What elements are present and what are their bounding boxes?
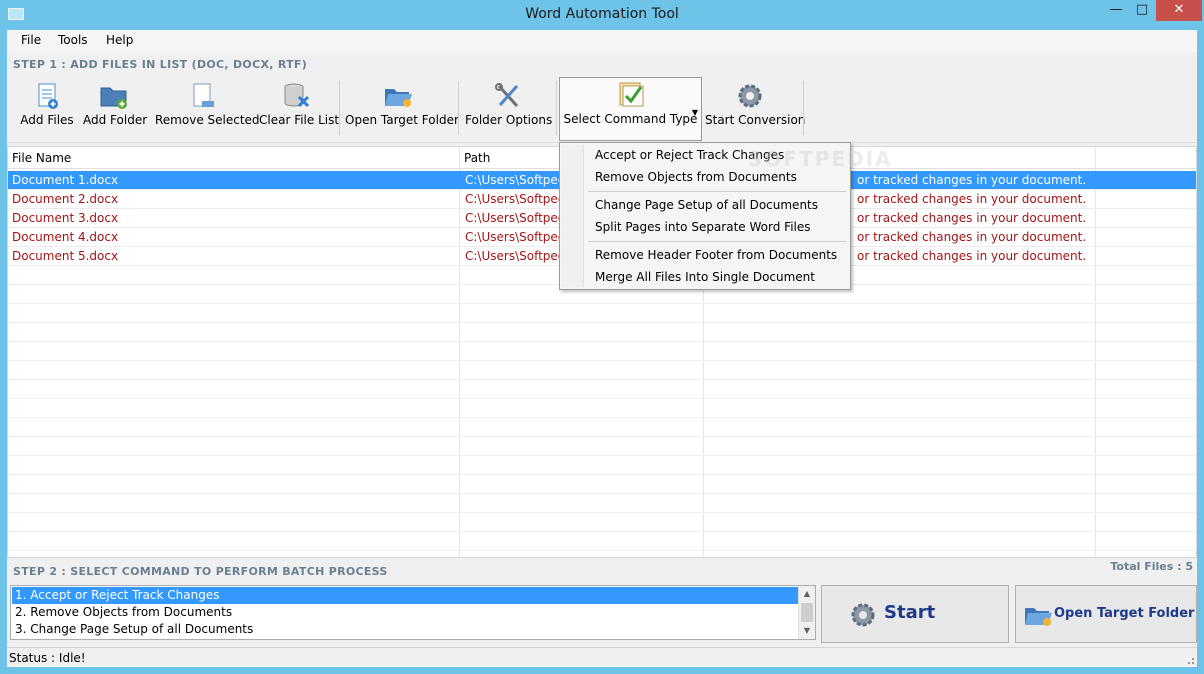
scroll-thumb[interactable] bbox=[801, 603, 813, 622]
scroll-down-icon[interactable]: ▼ bbox=[799, 623, 815, 639]
gear-icon bbox=[738, 84, 762, 108]
tools-icon bbox=[495, 83, 519, 108]
app-window: Word Automation Tool — □ ✕ File Tools He… bbox=[0, 0, 1204, 674]
status-text: Status : Idle! bbox=[9, 651, 86, 665]
scroll-up-icon[interactable]: ▲ bbox=[799, 586, 815, 602]
empty-row bbox=[8, 513, 1196, 532]
toolbar-separator bbox=[339, 81, 340, 135]
file-description-cell: or tracked changes in your document. bbox=[857, 230, 1087, 244]
open-target-folder-big-button[interactable]: Open Target Folder bbox=[1015, 585, 1197, 643]
clear-file-list-label: Clear File List bbox=[259, 113, 340, 127]
add-files-button[interactable]: Add Files bbox=[17, 79, 77, 135]
file-description-cell: or tracked changes in your document. bbox=[857, 192, 1087, 206]
command-list[interactable]: 1. Accept or Reject Track Changes 2. Rem… bbox=[10, 585, 816, 640]
start-conversion-label: Start Conversion bbox=[705, 113, 806, 127]
window-title: Word Automation Tool bbox=[525, 6, 679, 22]
menu-item-accept-reject-track-changes[interactable]: Accept or Reject Track Changes bbox=[595, 148, 784, 162]
command-list-item[interactable]: 2. Remove Objects from Documents bbox=[12, 604, 798, 621]
dropdown-arrow-icon: ▼ bbox=[691, 108, 698, 117]
menu-help[interactable]: Help bbox=[106, 33, 133, 47]
add-files-icon bbox=[38, 83, 58, 109]
command-list-scrollbar[interactable]: ▲ ▼ bbox=[798, 586, 815, 639]
file-name-cell: Document 3.docx bbox=[12, 211, 119, 225]
toolbar-separator bbox=[803, 81, 804, 135]
remove-selected-button[interactable]: Remove Selected bbox=[155, 79, 260, 135]
total-files-count: Total Files : 5 bbox=[1110, 560, 1193, 573]
empty-row bbox=[8, 456, 1196, 475]
file-name-cell: Document 5.docx bbox=[12, 249, 119, 263]
clear-file-list-button[interactable]: Clear File List bbox=[259, 79, 340, 135]
open-folder-icon bbox=[1025, 608, 1052, 626]
open-target-folder-button[interactable]: Open Target Folder bbox=[345, 79, 459, 135]
toolbar-separator bbox=[556, 81, 557, 135]
step1-label: STEP 1 : ADD FILES IN LIST (DOC, DOCX, R… bbox=[13, 58, 308, 71]
empty-row bbox=[8, 342, 1196, 361]
open-target-folder-label: Open Target Folder bbox=[345, 113, 459, 127]
open-folder-icon bbox=[385, 89, 412, 107]
empty-row bbox=[8, 532, 1196, 551]
menu-gutter bbox=[562, 145, 584, 287]
start-label: Start bbox=[884, 602, 936, 623]
toolbar: Add Files Add Folder Remove Selected Cle… bbox=[7, 75, 1197, 143]
menu-separator bbox=[588, 191, 846, 192]
add-folder-button[interactable]: Add Folder bbox=[83, 79, 148, 135]
clear-list-icon bbox=[284, 83, 310, 108]
add-folder-label: Add Folder bbox=[83, 113, 148, 127]
toolbar-separator bbox=[458, 81, 459, 135]
resize-grip-icon[interactable] bbox=[1185, 655, 1195, 665]
add-files-label: Add Files bbox=[20, 113, 74, 127]
command-checklist-icon bbox=[619, 82, 643, 107]
empty-row bbox=[8, 304, 1196, 323]
start-conversion-button[interactable]: Start Conversion bbox=[705, 79, 806, 135]
menu-item-split-pages[interactable]: Split Pages into Separate Word Files bbox=[595, 220, 811, 234]
column-header-file-name[interactable]: File Name bbox=[12, 151, 71, 165]
menu-item-remove-objects[interactable]: Remove Objects from Documents bbox=[595, 170, 797, 184]
file-description-cell: or tracked changes in your document. bbox=[857, 173, 1087, 187]
menu-item-merge-all-files[interactable]: Merge All Files Into Single Document bbox=[595, 270, 815, 284]
menu-item-remove-header-footer[interactable]: Remove Header Footer from Documents bbox=[595, 248, 837, 262]
file-description-cell: or tracked changes in your document. bbox=[857, 211, 1087, 225]
menu-tools[interactable]: Tools bbox=[58, 33, 88, 47]
empty-row bbox=[8, 323, 1196, 342]
file-name-cell: Document 2.docx bbox=[12, 192, 119, 206]
empty-row bbox=[8, 361, 1196, 380]
close-button[interactable]: ✕ bbox=[1156, 0, 1202, 21]
file-name-cell: Document 4.docx bbox=[12, 230, 119, 244]
menu-separator bbox=[588, 241, 846, 242]
start-button[interactable]: Start bbox=[821, 585, 1009, 643]
gear-icon bbox=[851, 603, 875, 627]
menu-bar: File Tools Help bbox=[7, 30, 1197, 52]
menu-file[interactable]: File bbox=[21, 33, 41, 47]
file-name-cell: Document 1.docx bbox=[12, 173, 119, 187]
step2-label: STEP 2 : SELECT COMMAND TO PERFORM BATCH… bbox=[13, 565, 388, 578]
client-area: File Tools Help STEP 1 : ADD FILES IN LI… bbox=[7, 30, 1197, 667]
empty-row bbox=[8, 494, 1196, 513]
title-bar[interactable]: Word Automation Tool — □ ✕ bbox=[0, 0, 1204, 30]
select-command-type-label: Select Command Type bbox=[563, 112, 698, 126]
folder-options-button[interactable]: Folder Options bbox=[465, 79, 553, 135]
folder-options-label: Folder Options bbox=[465, 113, 553, 127]
empty-row bbox=[8, 437, 1196, 456]
open-target-folder-big-label: Open Target Folder bbox=[1054, 606, 1195, 621]
file-description-cell: or tracked changes in your document. bbox=[857, 249, 1087, 263]
menu-item-change-page-setup[interactable]: Change Page Setup of all Documents bbox=[595, 198, 818, 212]
remove-file-icon bbox=[193, 83, 214, 107]
column-header-path[interactable]: Path bbox=[464, 151, 490, 165]
empty-row bbox=[8, 475, 1196, 494]
command-list-item[interactable]: 3. Change Page Setup of all Documents bbox=[12, 621, 798, 638]
command-list-item[interactable]: 1. Accept or Reject Track Changes bbox=[12, 587, 798, 604]
remove-selected-label: Remove Selected bbox=[155, 113, 260, 127]
empty-row bbox=[8, 399, 1196, 418]
select-command-type-button[interactable]: Select Command Type ▼ bbox=[559, 77, 702, 141]
add-folder-icon bbox=[100, 87, 127, 109]
maximize-button[interactable]: □ bbox=[1129, 0, 1155, 21]
empty-row bbox=[8, 380, 1196, 399]
command-type-dropdown-menu: Accept or Reject Track Changes Remove Ob… bbox=[559, 142, 851, 290]
empty-row bbox=[8, 418, 1196, 437]
status-bar: Status : Idle! bbox=[7, 647, 1197, 667]
minimize-button[interactable]: — bbox=[1103, 0, 1129, 21]
